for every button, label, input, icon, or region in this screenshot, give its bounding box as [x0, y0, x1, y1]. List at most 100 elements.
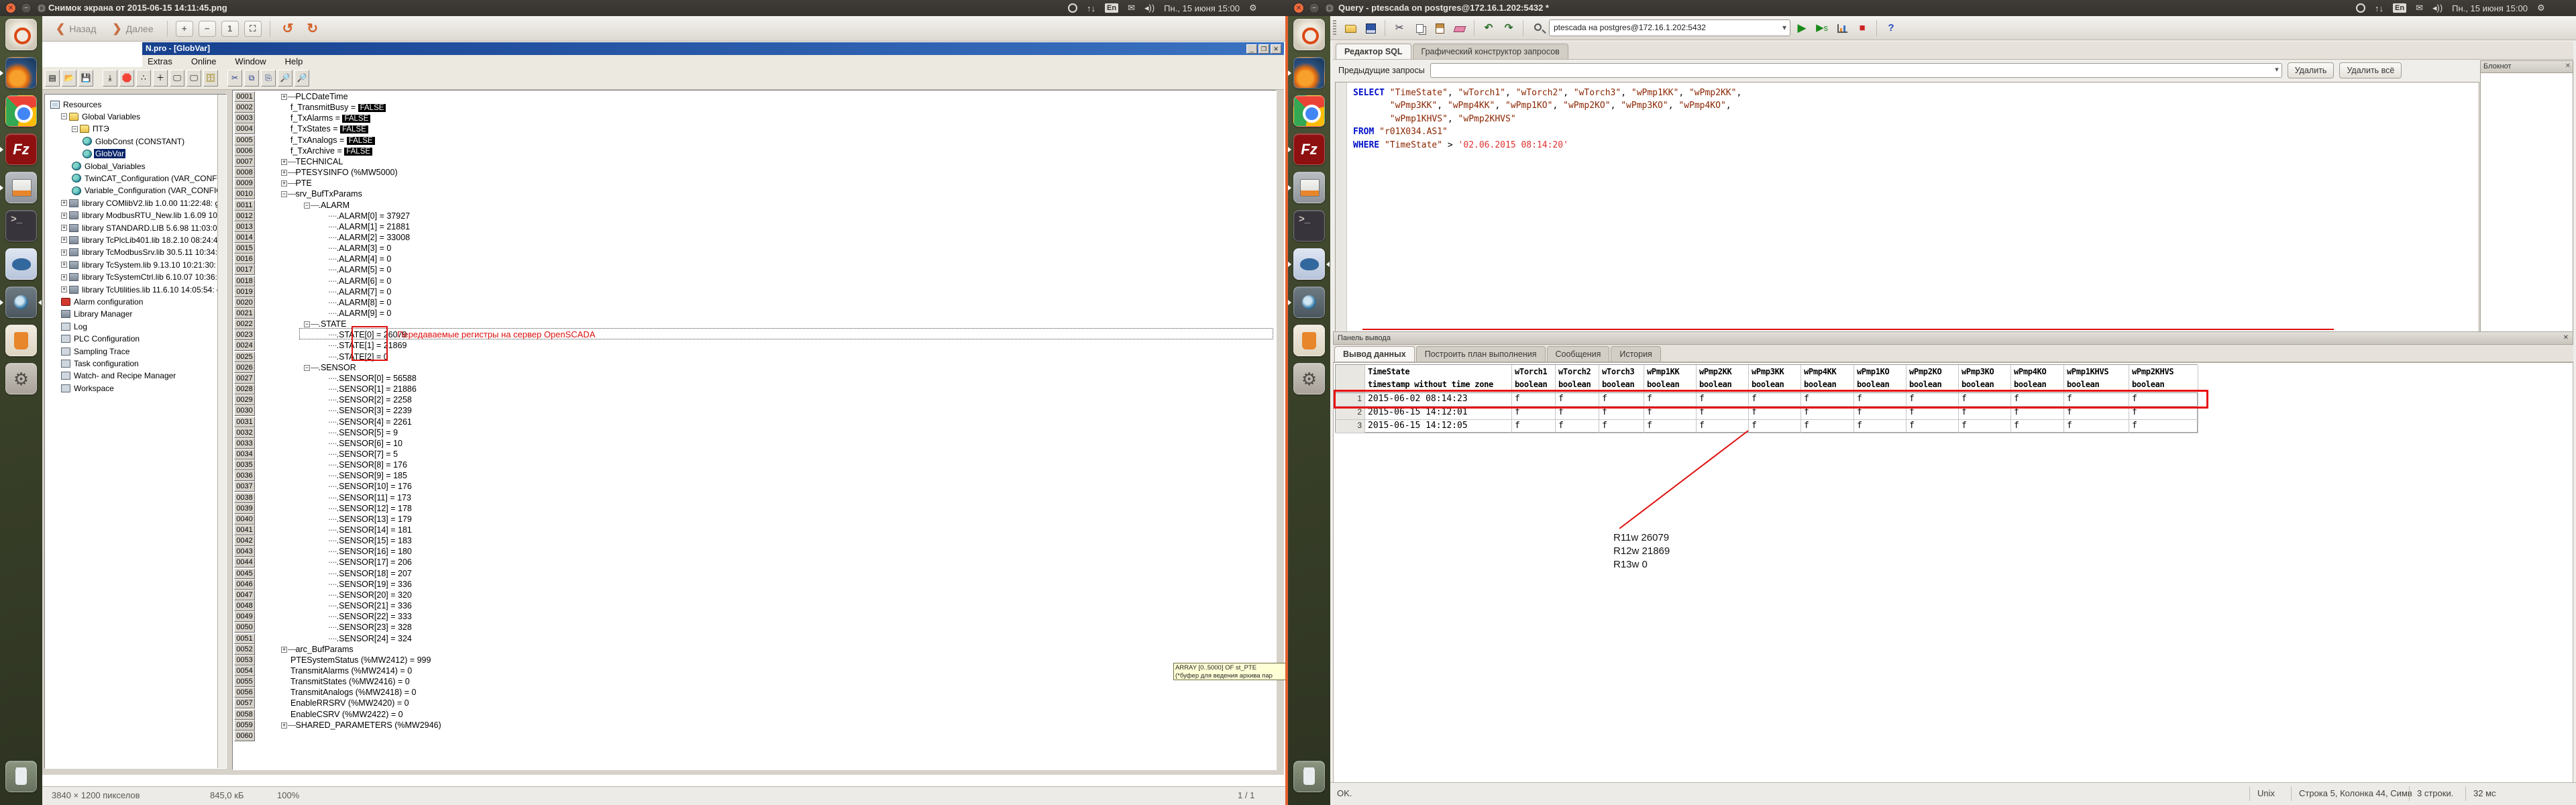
cell-2-wPmp2KO[interactable]: f	[1907, 407, 1959, 420]
variable-row-0055[interactable]: TransmitStates (%MW2416) = 0	[256, 676, 1276, 687]
variable-row-0033[interactable]: ····.SENSOR[6] = 10	[256, 438, 1276, 449]
ubuntu-dash-launcher-icon[interactable]	[1293, 19, 1325, 50]
tree-item-library-manager[interactable]: Library Manager	[61, 309, 133, 320]
tree-scrollbar[interactable]	[217, 95, 226, 768]
menu-extras[interactable]: Extras	[148, 56, 172, 66]
add-list-icon[interactable]: ＋	[153, 70, 168, 87]
column-header-wPmp2KK[interactable]: wPmp2KK boolean	[1697, 365, 1749, 393]
variable-row-0007[interactable]: +—TECHNICAL	[256, 156, 1276, 167]
variable-row-0017[interactable]: ····.ALARM[5] = 0	[256, 264, 1276, 275]
variable-row-0042[interactable]: ····.SENSOR[15] = 183	[256, 535, 1276, 546]
variable-row-0046[interactable]: ····.SENSOR[19] = 336	[256, 579, 1276, 590]
right-window-buttons[interactable]: ✕ − ▢	[1293, 3, 1335, 13]
best-fit-button[interactable]: ⛶	[244, 21, 262, 37]
cell-2-wPmp3KO[interactable]: f	[1959, 407, 2011, 420]
session-indicator-icon[interactable]	[2356, 3, 2365, 13]
open-file-icon[interactable]	[1342, 19, 1359, 37]
expand-icon[interactable]: +	[61, 213, 67, 219]
explain-query-icon[interactable]	[1833, 19, 1851, 37]
variable-row-0008[interactable]: +—PTESYSINFO (%MW5000)	[256, 167, 1276, 178]
tree-item-library-modbusrtu-new-lib-1-[interactable]: +library ModbusRTU_New.lib 1.6.09 10:08:…	[61, 210, 227, 221]
trash-launcher-icon[interactable]	[1293, 761, 1325, 792]
variable-row-0011[interactable]: −—.ALARM	[256, 200, 1276, 211]
filezilla-launcher-icon[interactable]: Fz	[1293, 133, 1325, 165]
variable-row-0013[interactable]: ····.ALARM[1] = 21881	[256, 221, 1276, 232]
previous-queries-combobox[interactable]	[1430, 63, 2282, 78]
column-header-wPmp3KO[interactable]: wPmp3KO boolean	[1959, 365, 2011, 393]
paste-icon[interactable]	[1431, 19, 1448, 37]
variable-row-0054[interactable]: TransmitAlarms (%MW2414) = 0	[256, 665, 1276, 676]
tree-item-twincat-configuration-var-co[interactable]: TwinCAT_Configuration (VAR_CONFIG)	[72, 172, 227, 184]
cell-3-wPmp3KK[interactable]: f	[1749, 420, 1801, 433]
variable-row-0010[interactable]: −—srv_BufTxParams	[256, 189, 1276, 199]
expand-icon[interactable]: +	[61, 274, 67, 280]
filezilla-launcher-icon[interactable]: Fz	[5, 133, 37, 165]
cell-3-wPmp1KHVS[interactable]: f	[2064, 420, 2129, 433]
tree-item-workspace[interactable]: Workspace	[61, 382, 115, 394]
variable-row-0012[interactable]: ····.ALARM[0] = 37927	[256, 211, 1276, 221]
toolbar-grip[interactable]	[1333, 20, 1336, 36]
left-window-buttons[interactable]: ✕ − ▢	[5, 3, 47, 13]
find-next-icon[interactable]: 🔎	[294, 70, 309, 87]
help-icon[interactable]: ?	[1882, 19, 1900, 37]
close-icon[interactable]: ✕	[2563, 334, 2569, 341]
column-header-wPmp1KO[interactable]: wPmp1KO boolean	[1854, 365, 1907, 393]
editor-tab-1[interactable]: Редактор SQL	[1336, 44, 1411, 59]
variable-row-0041[interactable]: ····.SENSOR[14] = 181	[256, 525, 1276, 535]
cancel-query-icon[interactable]: ■	[1854, 19, 1871, 37]
find-icon[interactable]: 🔎	[278, 70, 292, 87]
variable-row-0032[interactable]: ····.SENSOR[5] = 9	[256, 427, 1276, 438]
maximize-icon[interactable]: ▢	[36, 3, 47, 13]
column-header-TimeState[interactable]: TimeState timestamp without time zone	[1365, 365, 1512, 393]
collapse-icon[interactable]: −	[281, 191, 287, 197]
zoom-in-button[interactable]: +	[176, 21, 193, 37]
zoom-out-button[interactable]: −	[199, 21, 216, 37]
keyboard-indicator[interactable]: En	[2393, 3, 2406, 13]
cell-3-wPmp1KO[interactable]: f	[1854, 420, 1907, 433]
left-indicators[interactable]: ↑↓En✉◂))Пн., 15 июня 15:00⚙	[1068, 0, 1257, 16]
cell-3-TimeState[interactable]: 2015-06-15 14:12:05	[1365, 420, 1512, 433]
delete-all-button[interactable]: Удалить всё	[2339, 62, 2402, 78]
column-header-wPmp4KO[interactable]: wPmp4KO boolean	[2011, 365, 2064, 393]
pc-delete-icon[interactable]: 🖵	[186, 70, 201, 87]
cell-3-wTorch1[interactable]: f	[1512, 420, 1556, 433]
cell-2-wPmp4KK[interactable]: f	[1801, 407, 1854, 420]
variable-row-0052[interactable]: +—arc_BufParams	[256, 644, 1276, 655]
collapse-icon[interactable]: −	[304, 365, 310, 371]
column-header-wPmp2KHVS[interactable]: wPmp2KHVS boolean	[2129, 365, 2198, 393]
cell-2-wPmp2KK[interactable]: f	[1697, 407, 1749, 420]
forward-button[interactable]: ❯ Далее	[107, 20, 158, 38]
rotate-left-button[interactable]: ↺	[278, 20, 298, 37]
tree-item-watch-and-recipe-manager[interactable]: Watch- and Recipe Manager	[61, 370, 177, 382]
cell-2-wPmp1KO[interactable]: f	[1854, 407, 1907, 420]
cell-2-wPmp3KK[interactable]: f	[1749, 407, 1801, 420]
chrome-launcher-icon[interactable]	[1293, 95, 1325, 127]
cell-3-wPmp2KO[interactable]: f	[1907, 420, 1959, 433]
execute-query-icon[interactable]: ▶	[1793, 19, 1811, 37]
cell-3-wTorch2[interactable]: f	[1556, 420, 1599, 433]
expand-icon[interactable]: +	[61, 237, 67, 243]
output-tab-3[interactable]: Сообщения	[1547, 346, 1610, 362]
expand-icon[interactable]: +	[281, 159, 287, 165]
variable-row-0021[interactable]: ····.ALARM[9] = 0	[256, 308, 1276, 319]
tree-item-resources[interactable]: Resources	[50, 99, 103, 110]
tree-item-globconst-constant-[interactable]: GlobConst (CONSTANT)	[83, 136, 186, 147]
sql-editor[interactable]: SELECT "TimeState", "wTorch1", "wTorch2"…	[1335, 82, 2479, 338]
column-header-wPmp2KO[interactable]: wPmp2KO boolean	[1907, 365, 1959, 393]
variable-row-0053[interactable]: PTESystemStatus (%MW2412) = 999	[256, 655, 1276, 665]
collapse-icon[interactable]: −	[304, 321, 310, 327]
close-icon[interactable]: ✕	[5, 3, 16, 13]
cell-2-wPmp4KO[interactable]: f	[2011, 407, 2064, 420]
normal-size-button[interactable]: 1	[221, 21, 239, 37]
variable-row-0019[interactable]: ····.ALARM[7] = 0	[256, 286, 1276, 297]
sound-indicator-icon[interactable]: ◂))	[2432, 3, 2443, 13]
variable-row-0030[interactable]: ····.SENSOR[3] = 2239	[256, 405, 1276, 416]
tree-item-plc-configuration[interactable]: PLC Configuration	[61, 333, 141, 345]
save-icon[interactable]: 💾	[78, 70, 93, 87]
variable-row-0056[interactable]: TransmitAnalogs (%MW2418) = 0	[256, 687, 1276, 698]
expand-icon[interactable]: +	[281, 180, 287, 186]
collapse-icon[interactable]: −	[61, 113, 67, 119]
clock-indicator[interactable]: Пн., 15 июня 15:00	[2452, 3, 2528, 13]
power-gear-icon[interactable]: ⚙	[2537, 3, 2545, 13]
right-indicators[interactable]: ↑↓En✉◂))Пн., 15 июня 15:00⚙	[2356, 0, 2545, 16]
